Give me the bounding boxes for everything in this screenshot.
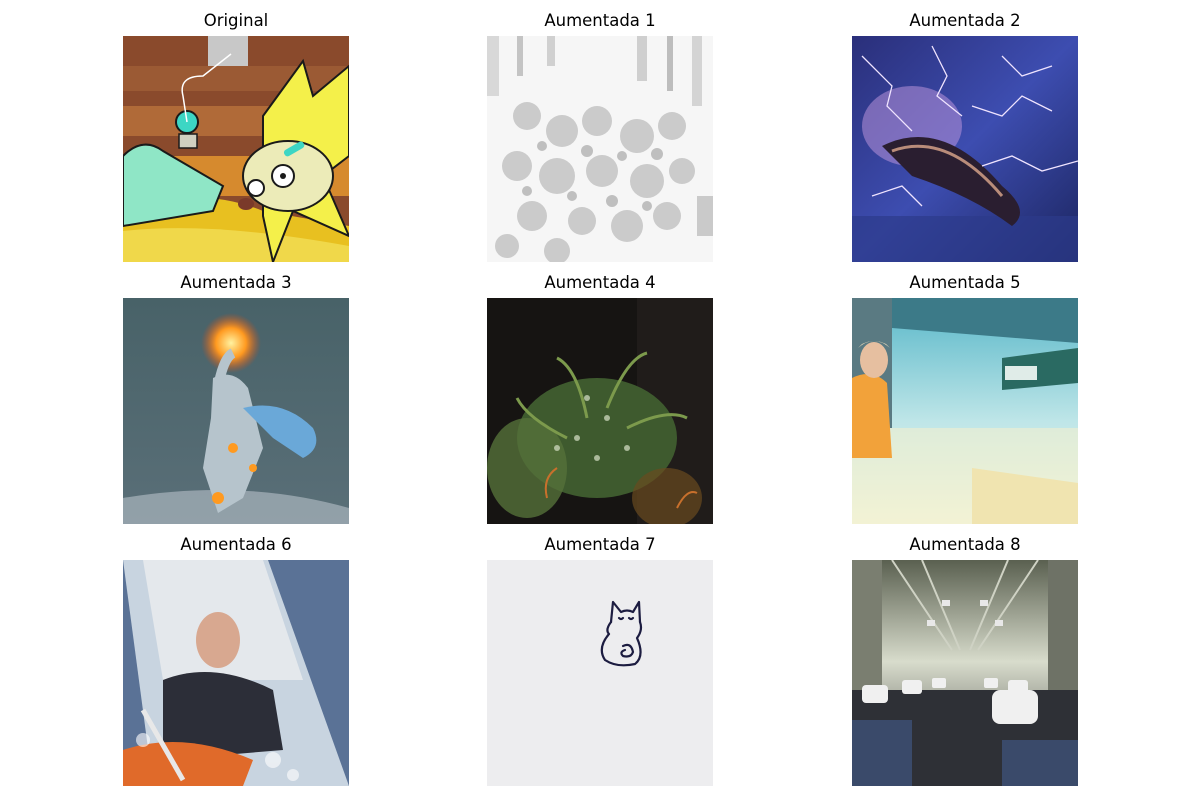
panel-title: Aumentada 7: [544, 535, 656, 554]
augmented-image-3: [123, 298, 349, 524]
augmented-image-7: [487, 560, 713, 786]
panel-title: Original: [203, 11, 269, 30]
augmented-image-1: [487, 36, 713, 262]
augmented-image-2: [852, 36, 1078, 262]
augmented-image-6: [123, 560, 349, 786]
panel-title: Aumentada 1: [544, 11, 656, 30]
augmented-image-5: [852, 298, 1078, 524]
panel-title: Aumentada 3: [180, 273, 292, 292]
cartoon-image: [123, 36, 349, 262]
panel-title: Aumentada 2: [909, 11, 1021, 30]
panel-title: Aumentada 5: [909, 273, 1021, 292]
augmented-image-8: [852, 560, 1078, 786]
augmented-image-4: [487, 298, 713, 524]
panel-title: Aumentada 8: [909, 535, 1021, 554]
panel-title: Aumentada 6: [180, 535, 292, 554]
panel-title: Aumentada 4: [544, 273, 656, 292]
